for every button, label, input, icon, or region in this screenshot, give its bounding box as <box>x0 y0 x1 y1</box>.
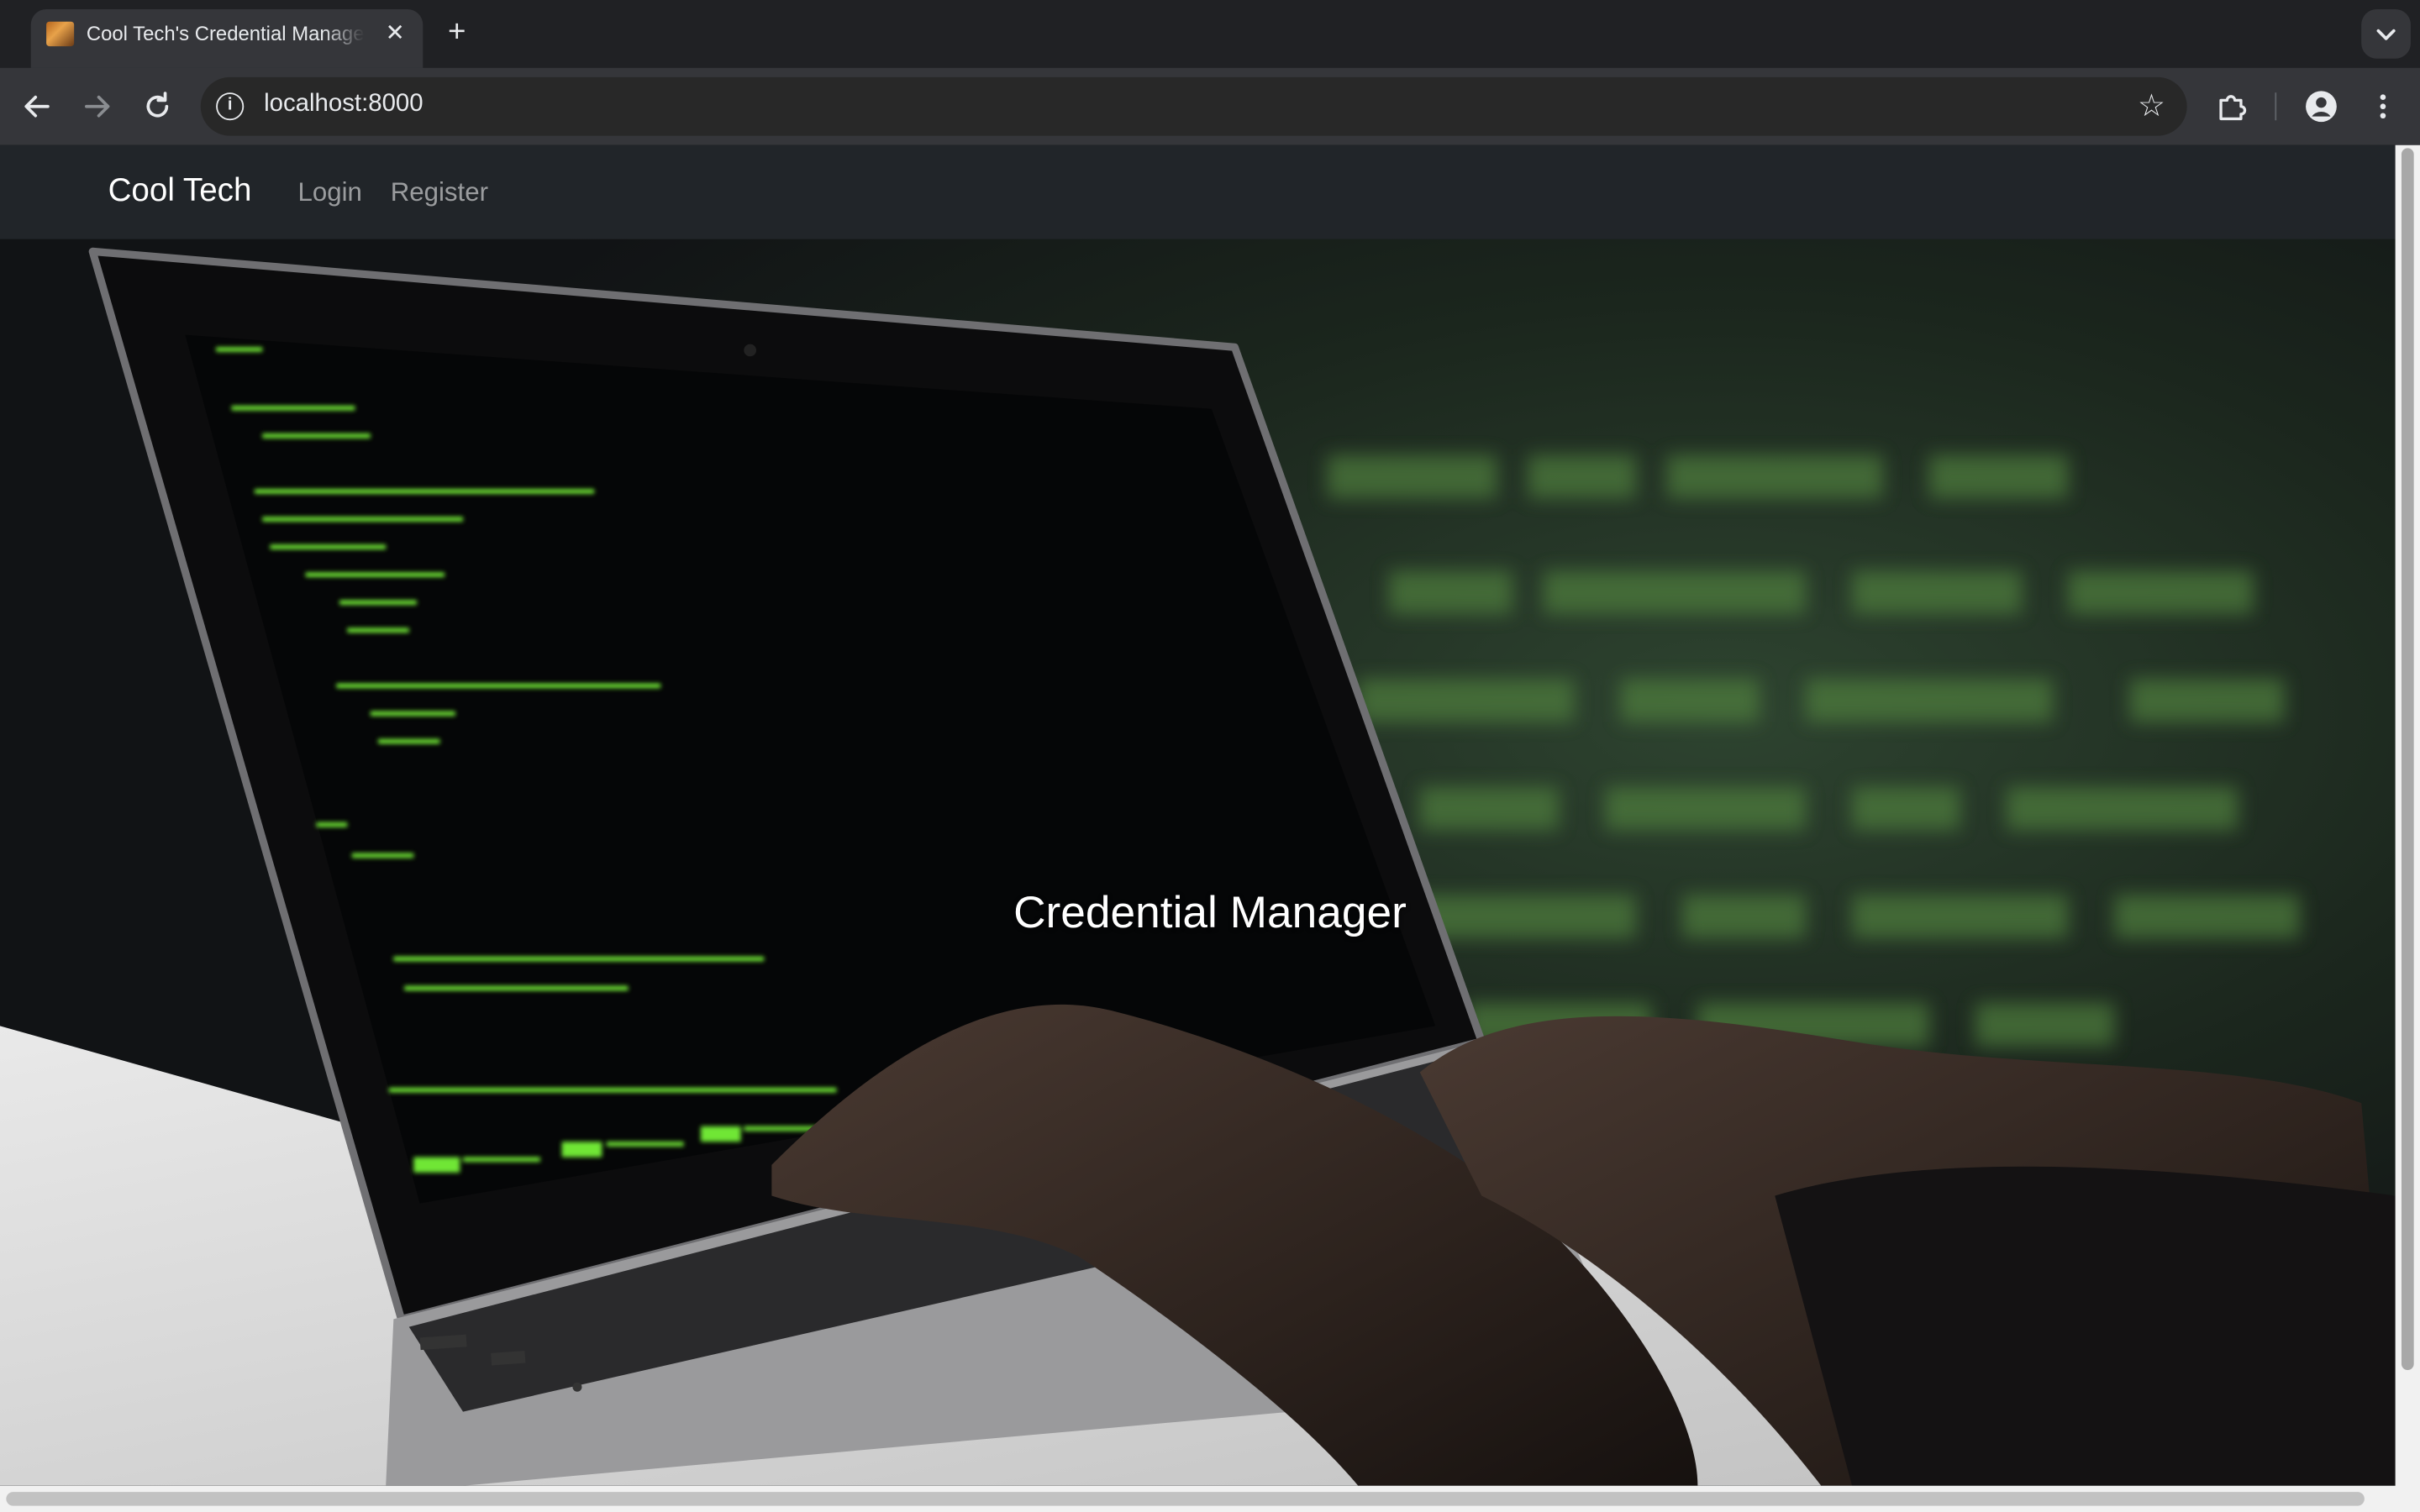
browser-tab[interactable]: Cool Tech's Credential Manager ✕ <box>30 9 424 68</box>
close-tab-icon[interactable]: ✕ <box>380 18 411 50</box>
favicon-icon <box>46 21 75 47</box>
reload-icon <box>146 92 169 118</box>
address-bar[interactable]: i localhost:8000 ☆ <box>200 76 2187 136</box>
arrow-left-icon <box>24 95 50 118</box>
horizontal-scrollbar-thumb[interactable] <box>6 1492 2365 1506</box>
bookmark-star-icon[interactable]: ☆ <box>2138 88 2165 125</box>
vertical-scrollbar-thumb[interactable] <box>2401 148 2414 1371</box>
hero-background-image <box>0 239 2396 1486</box>
browser-toolbar: i localhost:8000 ☆ <box>0 67 2420 145</box>
profile-button[interactable] <box>2298 83 2344 129</box>
browser-tab-strip: Cool Tech's Credential Manager ✕ + <box>0 0 2420 68</box>
new-tab-button[interactable]: + <box>439 15 476 52</box>
reload-button[interactable] <box>134 83 181 129</box>
extensions-button[interactable] <box>2208 83 2254 129</box>
site-info-icon[interactable]: i <box>216 92 245 121</box>
nav-link-register[interactable]: Register <box>391 177 488 208</box>
toolbar-divider <box>2275 92 2277 121</box>
chevron-down-icon <box>2376 29 2396 40</box>
browser-menu-button[interactable] <box>2360 83 2406 129</box>
horizontal-scrollbar[interactable] <box>0 1485 2420 1512</box>
hero-section: Credential Manager <box>0 239 2396 1486</box>
tab-search-button[interactable] <box>2361 9 2411 59</box>
site-navbar: Cool Tech Login Register <box>0 144 2396 239</box>
avatar-icon <box>2306 91 2337 123</box>
arrow-right-icon <box>85 95 110 118</box>
more-vertical-icon <box>2380 94 2386 119</box>
brand-link[interactable]: Cool Tech <box>108 173 252 210</box>
back-button[interactable] <box>14 83 60 129</box>
forward-button[interactable] <box>74 83 120 129</box>
page-viewport: Cool Tech Login Register Credential Mana… <box>0 144 2420 1512</box>
hero-title: Credential Manager <box>1013 888 1407 938</box>
vertical-scrollbar[interactable] <box>2395 144 2420 1488</box>
puzzle-piece-icon <box>2219 95 2247 121</box>
tab-title: Cool Tech's Credential Manager <box>86 21 365 45</box>
url-text[interactable]: localhost:8000 <box>264 91 424 118</box>
nav-link-login[interactable]: Login <box>297 177 361 208</box>
